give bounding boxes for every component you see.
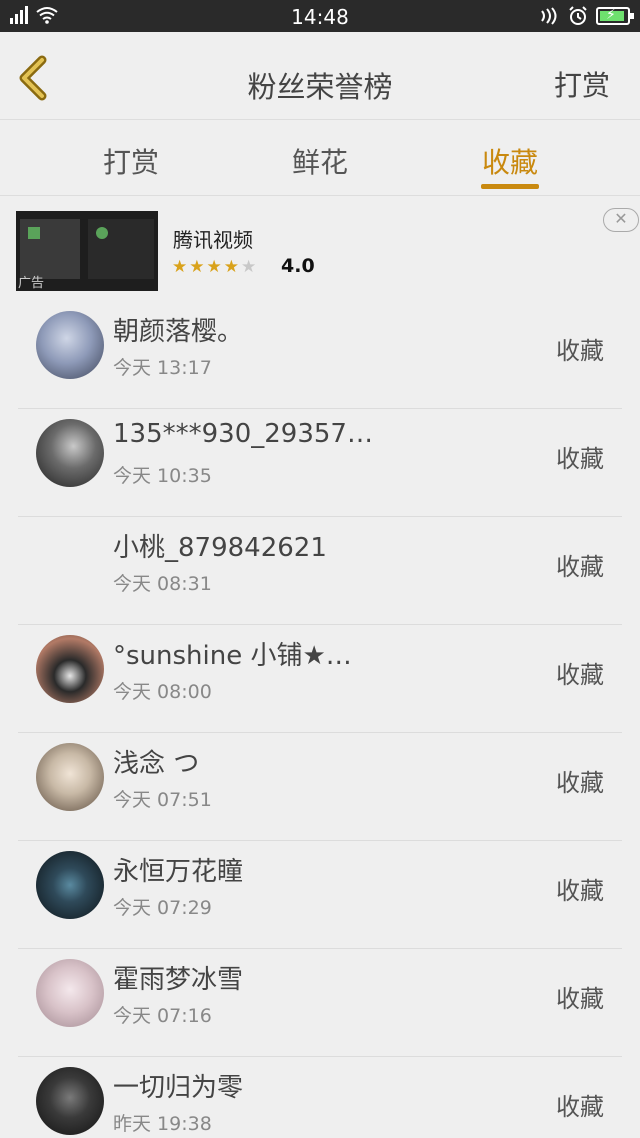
avatar[interactable]: [36, 851, 104, 919]
ad-rating-value: 4.0: [281, 255, 315, 277]
fan-action-label: 收藏: [556, 553, 604, 581]
fan-action-label: 收藏: [556, 985, 604, 1013]
fan-action-label: 收藏: [556, 661, 604, 689]
tab-active-indicator: [481, 184, 539, 189]
fan-name: 永恒万花瞳: [113, 857, 244, 887]
nav-bar: 粉丝荣誉榜 打赏: [0, 32, 640, 120]
avatar[interactable]: [36, 635, 104, 703]
page-title: 粉丝荣誉榜: [247, 70, 393, 104]
fan-name: 一切归为零: [113, 1073, 244, 1103]
tab-favorites[interactable]: 收藏: [482, 141, 538, 181]
ad-label: 广告: [18, 276, 45, 291]
fan-name: 朝颜落樱。: [113, 317, 244, 347]
fan-time: 今天 10:35: [113, 465, 212, 487]
avatar[interactable]: [36, 311, 104, 379]
nfc-icon: [541, 7, 557, 25]
fan-name: 浅念 つ: [113, 749, 200, 779]
status-bar: 14:48 ⚡: [0, 0, 640, 32]
tab-flowers[interactable]: 鲜花: [292, 141, 348, 181]
list-item[interactable]: 浅念 つ 今天 07:51 收藏: [0, 733, 640, 841]
fan-time: 今天 08:00: [113, 681, 212, 703]
fan-list: 朝颜落樱。 今天 13:17 收藏 135***930_29357… 今天 10…: [0, 301, 640, 1138]
avatar[interactable]: [36, 1067, 104, 1135]
fan-time: 今天 07:51: [113, 789, 212, 811]
star-icon: ★: [223, 257, 239, 277]
tab-tip[interactable]: 打赏: [103, 141, 159, 181]
star-icon: ★: [189, 257, 205, 277]
ad-close-icon[interactable]: ✕: [603, 208, 639, 232]
ad-thumbnail: 广告: [16, 211, 158, 291]
alarm-icon: [569, 6, 587, 25]
list-item[interactable]: 一切归为零 昨天 19:38 收藏: [0, 1057, 640, 1138]
fan-time: 今天 13:17: [113, 357, 212, 379]
fan-name: °sunshine 小铺★…: [113, 641, 352, 671]
fan-time: 今天 07:16: [113, 1005, 212, 1027]
tip-button[interactable]: 打赏: [554, 64, 610, 104]
fan-action-label: 收藏: [556, 769, 604, 797]
ad-banner[interactable]: 广告 腾讯视频 ★ ★ ★ ★ ★ 4.0 ✕: [0, 197, 640, 301]
battery-icon: ⚡: [596, 7, 634, 25]
list-item[interactable]: 135***930_29357… 今天 10:35 收藏: [0, 409, 640, 517]
star-icon: ★: [172, 257, 188, 277]
fan-action-label: 收藏: [556, 445, 604, 473]
list-item[interactable]: 小桃_879842621 今天 08:31 收藏: [0, 517, 640, 625]
star-empty-icon: ★: [241, 257, 257, 277]
fan-action-label: 收藏: [556, 877, 604, 905]
tab-bar: 打赏 鲜花 收藏: [0, 121, 640, 196]
avatar[interactable]: [36, 419, 104, 487]
list-item[interactable]: 霍雨梦冰雪 今天 07:16 收藏: [0, 949, 640, 1057]
fan-time: 今天 08:31: [113, 573, 212, 595]
star-icon: ★: [206, 257, 222, 277]
fan-name: 霍雨梦冰雪: [113, 965, 244, 995]
avatar[interactable]: [36, 959, 104, 1027]
fan-time: 昨天 19:38: [113, 1113, 212, 1135]
ad-app-name: 腾讯视频: [173, 228, 253, 252]
status-right-icons: ⚡: [538, 6, 634, 26]
fan-name: 小桃_879842621: [113, 533, 327, 563]
fan-action-label: 收藏: [556, 1093, 604, 1121]
avatar[interactable]: [36, 743, 104, 811]
list-item[interactable]: 朝颜落樱。 今天 13:17 收藏: [0, 301, 640, 409]
list-item[interactable]: 永恒万花瞳 今天 07:29 收藏: [0, 841, 640, 949]
list-item[interactable]: °sunshine 小铺★… 今天 08:00 收藏: [0, 625, 640, 733]
ad-star-rating: ★ ★ ★ ★ ★: [172, 257, 256, 277]
fan-name: 135***930_29357…: [113, 419, 373, 449]
fan-time: 今天 07:29: [113, 897, 212, 919]
fan-action-label: 收藏: [556, 337, 604, 365]
